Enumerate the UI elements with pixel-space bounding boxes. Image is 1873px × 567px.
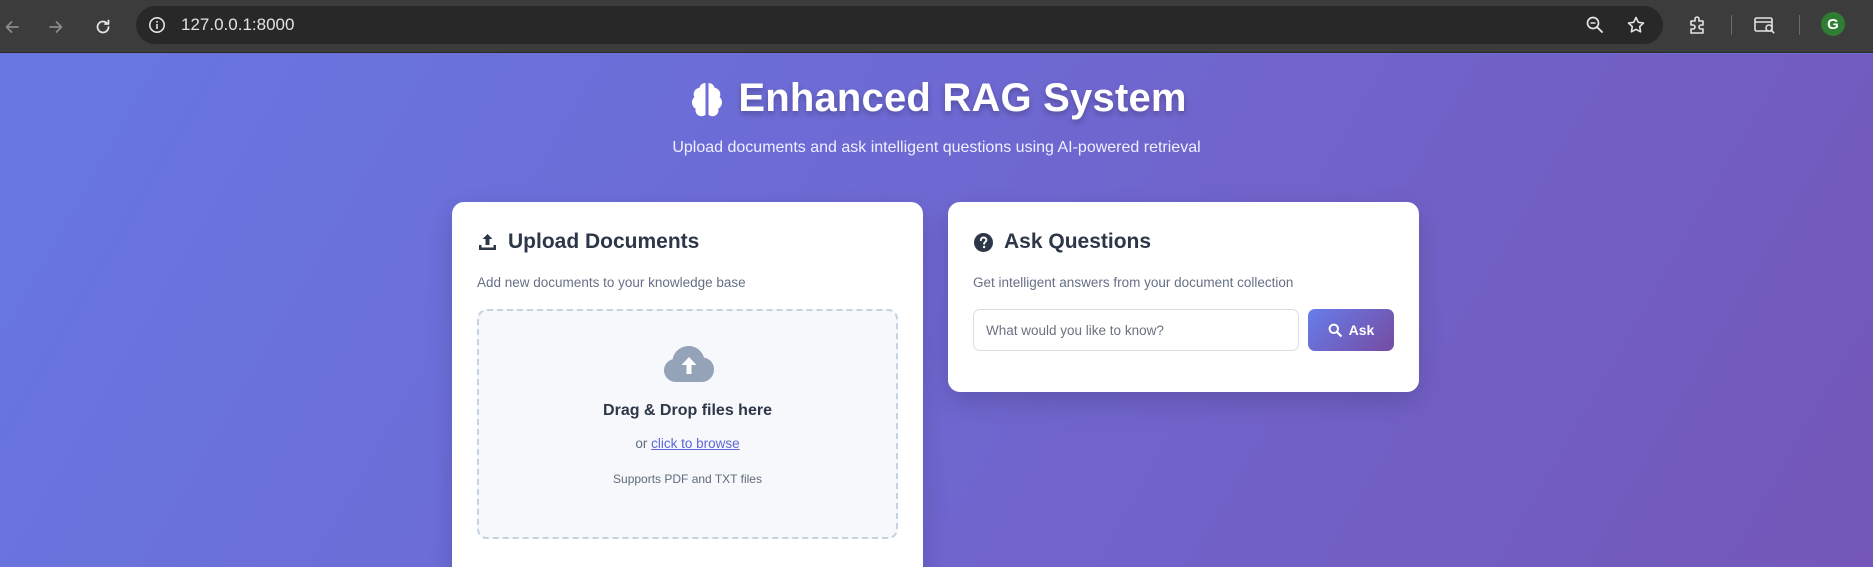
ask-button[interactable]: Ask — [1308, 309, 1394, 351]
zoom-button[interactable] — [1584, 14, 1606, 36]
ask-card: Ask Questions Get intelligent answers fr… — [948, 202, 1419, 392]
page-title: Enhanced RAG System — [738, 76, 1187, 120]
browse-link[interactable]: click to browse — [651, 436, 740, 451]
reload-icon — [96, 19, 110, 34]
question-circle-icon — [974, 232, 993, 252]
dropzone-support-text: Supports PDF and TXT files — [613, 472, 762, 486]
arrow-right-icon — [49, 21, 63, 33]
star-icon — [1627, 16, 1645, 33]
ask-title-text: Ask Questions — [1004, 230, 1152, 253]
url-text: 127.0.0.1:8000 — [181, 15, 295, 34]
upload-card: Upload Documents Add new documents to yo… — [452, 202, 923, 567]
page-header: Enhanced RAG System Upload documents and… — [0, 76, 1873, 157]
question-input[interactable] — [973, 309, 1299, 351]
app-page: Enhanced RAG System Upload documents and… — [0, 54, 1873, 567]
cloud-upload-icon — [664, 346, 714, 382]
toolbar-divider — [1799, 15, 1800, 35]
zoom-out-icon — [1586, 16, 1603, 33]
search-icon — [1328, 323, 1342, 337]
dropzone-or-text: or — [635, 436, 652, 451]
ask-description: Get intelligent answers from your docume… — [973, 275, 1294, 290]
upload-description: Add new documents to your knowledge base — [477, 275, 746, 290]
browser-toolbar: 127.0.0.1:8000 G — [0, 0, 1873, 53]
tab-search-button[interactable] — [1752, 12, 1778, 38]
profile-avatar[interactable]: G — [1821, 12, 1845, 36]
forward-button[interactable] — [40, 11, 72, 43]
dropzone-or-row: or click to browse — [479, 436, 896, 451]
address-bar[interactable]: 127.0.0.1:8000 — [136, 6, 1663, 44]
arrow-left-icon — [5, 21, 19, 33]
reload-button[interactable] — [87, 11, 119, 43]
dropzone-title: Drag & Drop files here — [603, 402, 772, 419]
page-subtitle: Upload documents and ask intelligent que… — [672, 138, 1201, 156]
ask-card-title: Ask Questions — [973, 230, 1151, 254]
extensions-button[interactable] — [1685, 12, 1711, 38]
toolbar-divider — [1731, 15, 1732, 35]
bookmark-button[interactable] — [1625, 14, 1647, 36]
ask-button-label: Ask — [1348, 322, 1375, 338]
upload-card-title: Upload Documents — [477, 230, 699, 254]
info-icon — [149, 17, 165, 33]
tab-search-icon — [1754, 17, 1775, 34]
puzzle-icon — [1690, 16, 1704, 34]
file-dropzone[interactable]: Drag & Drop files here or click to brows… — [477, 309, 898, 539]
upload-icon — [479, 233, 496, 250]
back-button[interactable] — [0, 11, 28, 43]
site-info-button[interactable] — [146, 14, 168, 36]
upload-title-text: Upload Documents — [508, 230, 700, 253]
brain-icon — [692, 82, 723, 116]
